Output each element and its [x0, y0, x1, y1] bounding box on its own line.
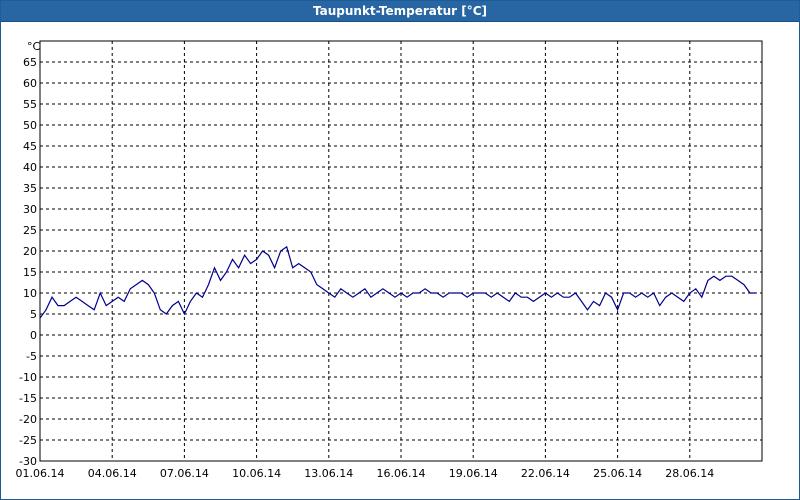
y-tick-label: 10 [23, 287, 37, 300]
y-tick-label: 65 [23, 56, 37, 69]
y-tick-label: 5 [30, 308, 37, 321]
y-tick-label: -15 [19, 392, 37, 405]
y-tick-label: 15 [23, 266, 37, 279]
x-tick-label: 07.06.14 [160, 467, 209, 480]
y-tick-label: 40 [23, 161, 37, 174]
chart-window: Taupunkt-Temperatur [°C] 65 60 55 50 45 40 35 3… [0, 0, 800, 500]
x-tick-label: 04.06.14 [88, 467, 137, 480]
y-tick-label: -5 [26, 350, 37, 363]
x-tick-label: 16.06.14 [377, 467, 426, 480]
y-tick-label: 20 [23, 245, 37, 258]
x-tick-label: 25.06.14 [593, 467, 642, 480]
x-tick-label: 19.06.14 [449, 467, 498, 480]
y-axis-unit-label: °C [27, 40, 41, 53]
y-tick-label: 50 [23, 119, 37, 132]
x-axis-tick-labels: 01.06.14 04.06.14 07.06.14 10.06.14 13.06.14… [16, 467, 715, 480]
x-tick-label: 28.06.14 [665, 467, 714, 480]
y-tick-label: -10 [19, 371, 37, 384]
y-tick-label: 0 [30, 329, 37, 342]
dewpoint-chart: 65605550454035302520151050-5-10-15-20-25… [16, 40, 763, 480]
y-tick-label: -25 [19, 434, 37, 447]
x-tick-label: 13.06.14 [304, 467, 353, 480]
y-tick-label: 45 [23, 140, 37, 153]
y-tick-label: 55 [23, 98, 37, 111]
y-tick-label: 30 [23, 203, 37, 216]
grid-lines [40, 41, 762, 461]
y-tick-label: 25 [23, 224, 37, 237]
x-tick-label: 01.06.14 [16, 467, 65, 480]
y-tick-label: 35 [23, 182, 37, 195]
y-tick-label: 60 [23, 77, 37, 90]
x-tick-label: 22.06.14 [521, 467, 570, 480]
y-tick-label: -20 [19, 413, 37, 426]
y-axis-tick-labels: 65605550454035302520151050-5-10-15-20-25… [19, 56, 37, 468]
x-tick-label: 10.06.14 [232, 467, 281, 480]
